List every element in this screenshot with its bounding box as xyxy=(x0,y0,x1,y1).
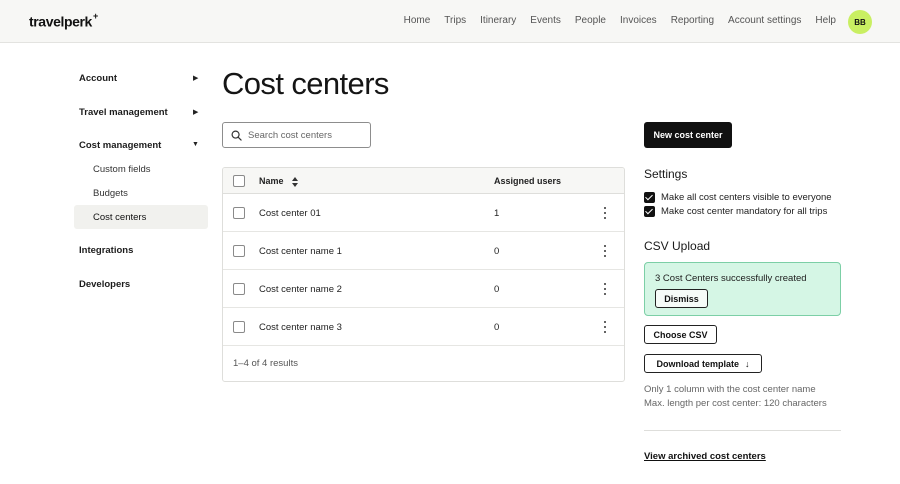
sidebar-item-travel-management[interactable]: Travel management xyxy=(79,107,168,118)
nav-home[interactable]: Home xyxy=(404,15,431,26)
table-row[interactable]: Cost center 01 1 xyxy=(223,194,624,232)
divider xyxy=(644,430,841,431)
more-options-icon[interactable] xyxy=(601,320,609,334)
assigned-users-count: 0 xyxy=(494,322,500,333)
visible-to-everyone-label: Make all cost centers visible to everyon… xyxy=(661,192,832,203)
cost-centers-table: Name Assigned users Cost center 01 1 Cos… xyxy=(222,167,625,382)
sidebar-item-cost-management[interactable]: Cost management xyxy=(79,140,161,151)
page-title: Cost centers xyxy=(222,66,389,101)
cost-center-name: Cost center name 2 xyxy=(259,284,342,295)
pagination-summary: 1–4 of 4 results xyxy=(233,358,298,369)
nav-invoices[interactable]: Invoices xyxy=(620,15,657,26)
nav-help[interactable]: Help xyxy=(815,15,836,26)
nav-itinerary[interactable]: Itinerary xyxy=(480,15,516,26)
nav-trips[interactable]: Trips xyxy=(444,15,466,26)
row-checkbox[interactable] xyxy=(233,283,245,295)
nav-account-settings[interactable]: Account settings xyxy=(728,15,801,26)
more-options-icon[interactable] xyxy=(601,206,609,220)
sidebar-item-integrations[interactable]: Integrations xyxy=(79,245,133,256)
row-checkbox[interactable] xyxy=(233,245,245,257)
nav-events[interactable]: Events xyxy=(530,15,561,26)
assigned-users-count: 0 xyxy=(494,284,500,295)
column-header-assigned-users: Assigned users xyxy=(494,176,562,186)
csv-note-columns: Only 1 column with the cost center name xyxy=(644,384,816,395)
sidebar-item-custom-fields[interactable]: Custom fields xyxy=(93,164,151,175)
table-header: Name Assigned users xyxy=(223,168,624,194)
row-checkbox[interactable] xyxy=(233,207,245,219)
choose-csv-button[interactable]: Choose CSV xyxy=(644,325,717,344)
caret-right-icon[interactable]: ▶ xyxy=(193,108,198,116)
sort-icon[interactable] xyxy=(292,177,298,187)
nav-reporting[interactable]: Reporting xyxy=(671,15,714,26)
travelperk-logo[interactable]: travelperk+ xyxy=(29,11,98,30)
download-template-button[interactable]: Download template ↓ xyxy=(644,354,762,373)
sidebar-item-budgets[interactable]: Budgets xyxy=(93,188,128,199)
success-message: 3 Cost Centers successfully created xyxy=(655,273,807,284)
caret-right-icon[interactable]: ▶ xyxy=(193,74,198,82)
download-icon: ↓ xyxy=(745,358,750,369)
table-row[interactable]: Cost center name 3 0 xyxy=(223,308,624,346)
more-options-icon[interactable] xyxy=(601,244,609,258)
csv-note-length: Max. length per cost center: 120 charact… xyxy=(644,398,827,409)
cost-center-name: Cost center name 3 xyxy=(259,322,342,333)
user-avatar[interactable]: BB xyxy=(848,10,872,34)
sidebar-item-cost-centers[interactable]: Cost centers xyxy=(93,212,146,223)
nav-people[interactable]: People xyxy=(575,15,606,26)
main-nav: Home Trips Itinerary Events People Invoi… xyxy=(404,15,836,26)
sidebar-item-developers[interactable]: Developers xyxy=(79,279,130,290)
search-input[interactable] xyxy=(248,129,358,141)
mandatory-checkbox[interactable] xyxy=(644,206,655,217)
cost-center-name: Cost center 01 xyxy=(259,208,321,219)
visible-to-everyone-checkbox[interactable] xyxy=(644,192,655,203)
table-row[interactable]: Cost center name 2 0 xyxy=(223,270,624,308)
cost-center-name: Cost center name 1 xyxy=(259,246,342,257)
top-bar: travelperk+ Home Trips Itinerary Events … xyxy=(0,0,900,43)
table-row[interactable]: Cost center name 1 0 xyxy=(223,232,624,270)
assigned-users-count: 0 xyxy=(494,246,500,257)
column-header-name[interactable]: Name xyxy=(259,176,284,186)
row-checkbox[interactable] xyxy=(233,321,245,333)
search-icon xyxy=(231,130,242,141)
sidebar-item-account[interactable]: Account xyxy=(79,73,117,84)
settings-heading: Settings xyxy=(644,167,688,181)
select-all-checkbox[interactable] xyxy=(233,175,245,187)
mandatory-label: Make cost center mandatory for all trips xyxy=(661,206,828,217)
csv-upload-heading: CSV Upload xyxy=(644,239,711,253)
search-box[interactable] xyxy=(222,122,371,148)
more-options-icon[interactable] xyxy=(601,282,609,296)
new-cost-center-button[interactable]: New cost center xyxy=(644,122,732,148)
dismiss-button[interactable]: Dismiss xyxy=(655,289,708,308)
success-banner: 3 Cost Centers successfully created Dism… xyxy=(644,262,841,316)
view-archived-link[interactable]: View archived cost centers xyxy=(644,451,766,462)
assigned-users-count: 1 xyxy=(494,208,500,219)
caret-down-icon[interactable]: ▼ xyxy=(192,141,199,148)
